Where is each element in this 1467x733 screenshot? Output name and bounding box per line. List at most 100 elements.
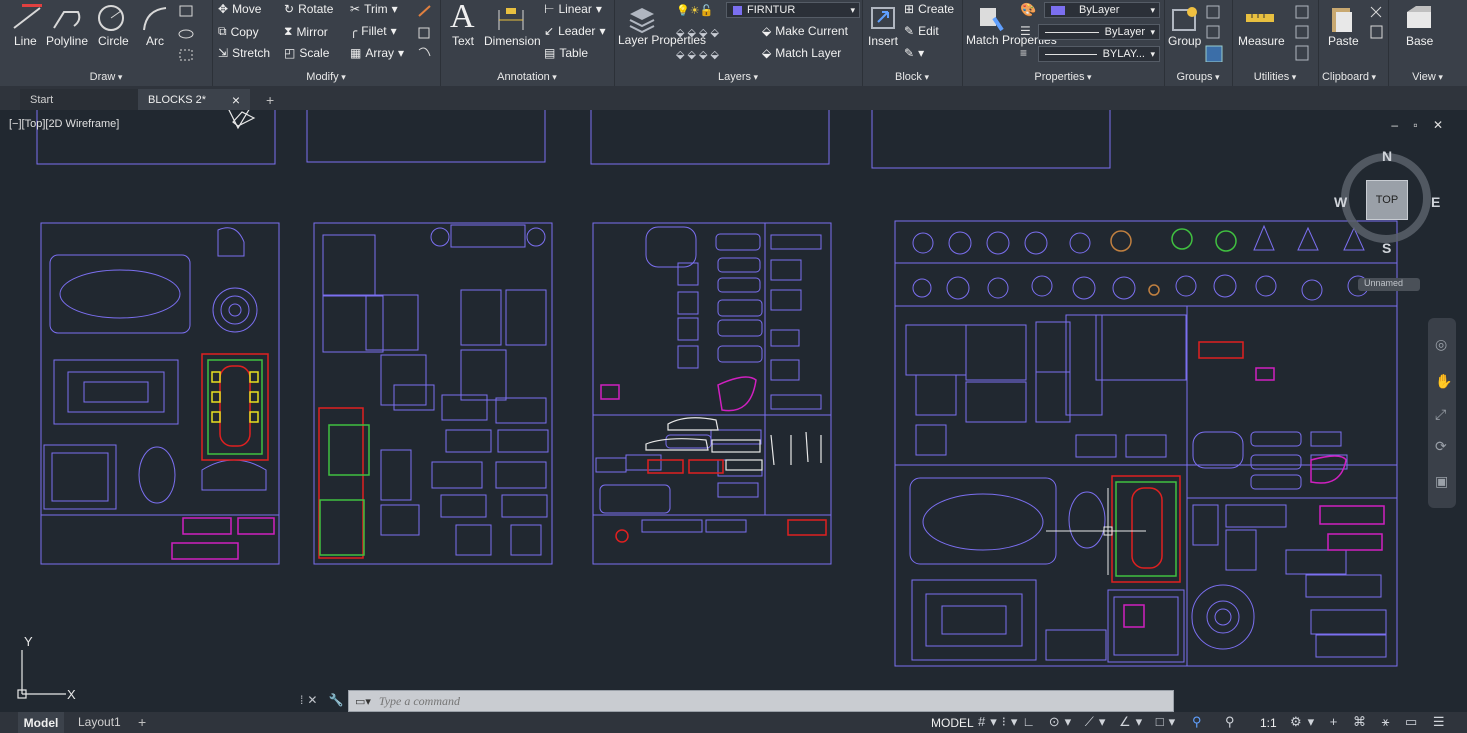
create-block-button[interactable]: ⊞ Create (904, 2, 954, 16)
command-prompt-icon[interactable]: ▭▾ (355, 695, 371, 708)
tab-layout1[interactable]: Layout1 (78, 715, 121, 729)
table-icon: ▤ (544, 46, 556, 60)
polyline-icon (53, 11, 81, 29)
zoom-extents-icon[interactable]: ⤢ (1435, 406, 1446, 423)
base-button[interactable]: Base (1406, 34, 1433, 48)
showmotion-icon[interactable]: ▣ (1435, 473, 1448, 490)
groups-panel: Group Groups (1164, 0, 1233, 86)
layer-tools-row1[interactable]: ⬙ ⬙ ⬙ ⬙ (676, 26, 719, 39)
measure-icon (1246, 14, 1274, 22)
mirror-icon: ⧗ (284, 24, 293, 38)
trim-button[interactable]: ✂ Trim ▾ (350, 2, 398, 16)
fillet-button[interactable]: ╭ Fillet ▾ (350, 24, 397, 38)
measure-button[interactable]: Measure (1238, 34, 1285, 48)
create-block-icon: ⊞ (904, 2, 915, 16)
group-tools-icon[interactable] (1204, 4, 1224, 62)
linetype-sample (1045, 31, 1099, 33)
command-input-wrapper[interactable]: ▭▾ (348, 690, 1174, 712)
insert-button[interactable]: Insert (868, 34, 898, 48)
drawing-canvas[interactable]: [−][Top][2D Wireframe] X Y ‒ ▫ ✕ TOP N S… (6, 110, 1461, 712)
model-space-toggle[interactable]: MODEL (931, 716, 974, 730)
command-line-controls[interactable]: ⁞✕ 🔧 (300, 693, 348, 707)
layer-tools-row2[interactable]: ⬙ ⬙ ⬙ ⬙ (676, 48, 719, 61)
groups-panel-title[interactable]: Groups (1164, 71, 1232, 83)
viewcube-top-face[interactable]: TOP (1366, 180, 1408, 220)
group-button[interactable]: Group (1168, 34, 1201, 48)
viewport-controls[interactable]: [−][Top][2D Wireframe] (9, 118, 119, 130)
trim-icon: ✂ (350, 2, 361, 16)
line-button[interactable]: Line (14, 34, 37, 48)
clipboard-tools-icon[interactable] (1368, 4, 1386, 44)
annotation-scale[interactable]: 1:1 (1260, 716, 1277, 730)
annotation-panel-title[interactable]: Annotation (440, 71, 614, 83)
tab-close-icon[interactable]: × (232, 92, 240, 108)
color-wheel-icon: 🎨 (1020, 2, 1037, 17)
draw-extras-icon[interactable] (178, 4, 206, 62)
block-attribute-button[interactable]: ✎ ▾ (904, 46, 924, 60)
viewport-window-controls[interactable]: ‒ ▫ ✕ (1391, 118, 1449, 132)
new-tab-button[interactable]: + (256, 89, 280, 110)
insert-icon (871, 7, 895, 29)
add-layout-button[interactable]: + (138, 714, 146, 730)
status-tools[interactable]: ⚙▾ + ⌘ ⚹ ▭ ☰ (1290, 714, 1451, 730)
copy-button[interactable]: ⧉ Copy (218, 24, 259, 39)
compass-west[interactable]: W (1334, 194, 1347, 210)
block-panel-title[interactable]: Block (862, 71, 962, 83)
properties-panel-title[interactable]: Properties (962, 71, 1164, 83)
leader-button[interactable]: ↙ Leader ▾ (544, 24, 605, 38)
viewcube[interactable]: TOP N S W E (1334, 148, 1446, 258)
tab-start[interactable]: Start (20, 89, 138, 110)
dimension-button[interactable]: Dimension (484, 34, 541, 48)
ucs-menu[interactable]: Unnamed (1358, 278, 1420, 291)
match-layer-button[interactable]: ⬙ Match Layer (762, 46, 841, 60)
table-button[interactable]: ▤ Table (544, 46, 588, 60)
steering-wheel-icon[interactable]: ◎ (1435, 336, 1447, 353)
compass-south[interactable]: S (1382, 240, 1391, 256)
ucs-x-label: X (67, 687, 76, 702)
arc-button[interactable]: Arc (146, 34, 164, 48)
layer-state-icons[interactable]: 💡☀🔓 (676, 4, 713, 17)
compass-north[interactable]: N (1382, 148, 1392, 164)
draw-panel-title[interactable]: Draw (0, 71, 212, 83)
color-dropdown-value: ByLayer (1079, 4, 1120, 16)
drafting-toggles[interactable]: #▾⁝▾∟ ⊙▾ ⟋▾ ∠▾ □▾ (978, 714, 1180, 730)
clipboard-panel-title[interactable]: Clipboard (1318, 71, 1388, 83)
dimension-icon (498, 8, 524, 30)
orbit-icon[interactable]: ⟳ (1435, 438, 1447, 455)
text-button[interactable]: Text (452, 34, 474, 48)
utility-tools-icon[interactable] (1294, 4, 1312, 62)
make-current-button[interactable]: ⬙ Make Current (762, 24, 848, 38)
sheet-partial-4 (871, 110, 1111, 169)
stretch-button[interactable]: ⇲ Stretch (218, 46, 270, 60)
linear-button[interactable]: ⊢ Linear ▾ (544, 2, 602, 16)
pan-icon[interactable]: ✋ (1435, 373, 1452, 390)
edit-block-button[interactable]: ✎ Edit (904, 24, 939, 38)
mirror-button[interactable]: ⧗ Mirror (284, 24, 328, 39)
array-button[interactable]: ▦ Array ▾ (350, 46, 404, 60)
linetype-dropdown[interactable]: ByLayer (1038, 24, 1160, 40)
layers-panel-title[interactable]: Layers (614, 71, 862, 83)
modify-extras-icon[interactable] (416, 4, 434, 62)
compass-east[interactable]: E (1431, 194, 1440, 210)
lineweight-dropdown[interactable]: BYLAY... (1038, 46, 1160, 62)
rotate-button[interactable]: ↻ Rotate (284, 2, 333, 16)
circle-button[interactable]: Circle (98, 34, 129, 48)
tab-blocks-2[interactable]: BLOCKS 2* × (138, 89, 250, 110)
command-input[interactable] (376, 692, 1173, 710)
paste-button[interactable]: Paste (1328, 34, 1359, 48)
view-panel-title[interactable]: View (1388, 71, 1467, 83)
modify-panel-title[interactable]: Modify (212, 71, 440, 83)
color-dropdown[interactable]: ByLayer (1044, 2, 1160, 18)
scale-button[interactable]: ◰ Scale (284, 46, 329, 60)
lineweight-sample (1045, 53, 1097, 55)
layer-dropdown[interactable]: FIRNTUR (726, 2, 860, 18)
annotation-scale-icon[interactable]: ⚲ (1225, 714, 1235, 730)
annotation-visibility-icon[interactable]: ⚲ (1192, 714, 1202, 730)
circle-icon (98, 5, 124, 31)
tab-model[interactable]: Model (18, 712, 64, 733)
utilities-panel-title[interactable]: Utilities (1232, 71, 1318, 83)
polyline-button[interactable]: Polyline (46, 34, 88, 48)
sheet-partial-2 (306, 110, 546, 163)
layers-panel: Layer Properties 💡☀🔓 FIRNTUR ⬙ ⬙ ⬙ ⬙ ⬙ ⬙… (614, 0, 863, 86)
move-button[interactable]: ✥ Move (218, 2, 261, 16)
